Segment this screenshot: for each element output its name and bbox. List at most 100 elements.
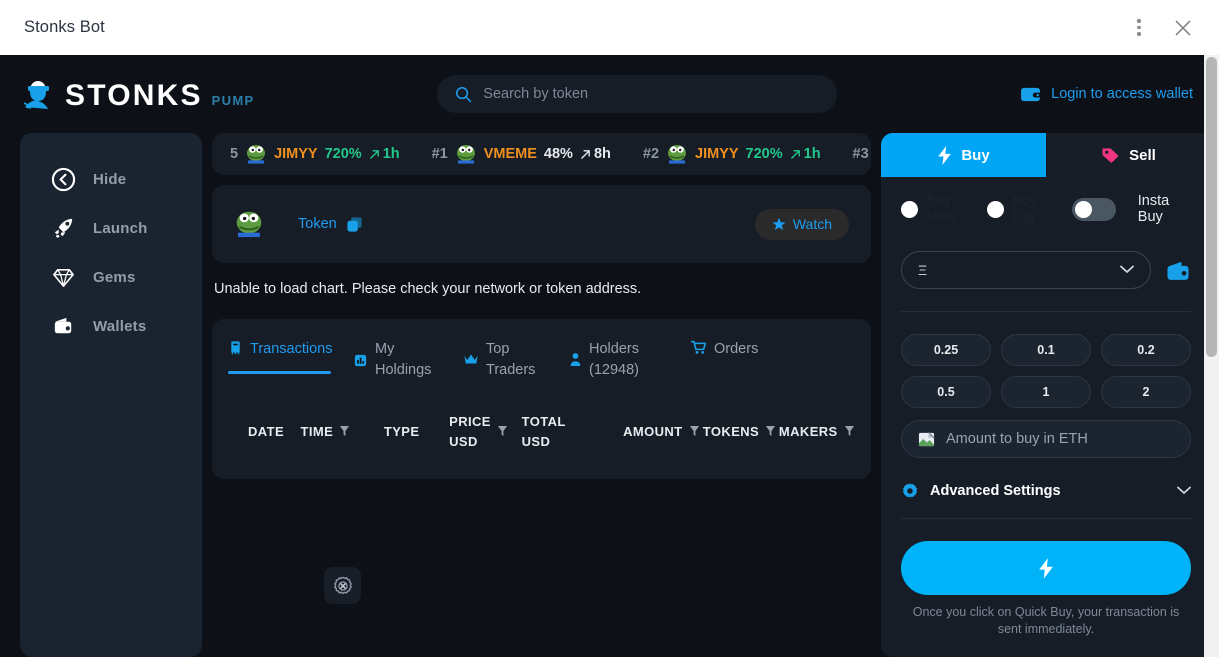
top-navigation: STONKS PUMP Search by token Login to acc… bbox=[0, 55, 1219, 133]
column-header-date[interactable]: DATE bbox=[228, 424, 301, 439]
ticker-item[interactable]: #3 T bbox=[837, 143, 871, 165]
kebab-menu-button[interactable] bbox=[1117, 6, 1161, 50]
arrow-up-right-icon bbox=[369, 149, 379, 159]
amount-preset-button[interactable]: 0.25 bbox=[901, 334, 991, 366]
advanced-settings-toggle[interactable]: Advanced Settings bbox=[901, 482, 1191, 500]
ticker-symbol: JIMYY bbox=[695, 146, 739, 162]
radio-buy-dip[interactable]: Buy Dip bbox=[987, 193, 1054, 225]
column-header-time[interactable]: TIME bbox=[301, 424, 384, 439]
amount-preset-button[interactable]: 0.5 bbox=[901, 376, 991, 408]
sidebar-item-wallets[interactable]: Wallets bbox=[20, 302, 202, 351]
trending-ticker[interactable]: 5 JIMYY 720% 1h #1 VMEME 48% 8h #2 JIMYY… bbox=[212, 133, 871, 175]
copy-icon[interactable] bbox=[346, 216, 363, 233]
main-body: Hide Launch Gems Wallets 5 JIMYY 720% 1h… bbox=[0, 133, 1219, 657]
chart-settings-button[interactable] bbox=[324, 567, 361, 605]
login-button[interactable]: Login to access wallet bbox=[1020, 86, 1205, 103]
tab-top-traders[interactable]: Top Traders bbox=[463, 333, 569, 394]
gear-icon bbox=[902, 483, 918, 498]
amount-preset-button[interactable]: 2 bbox=[1101, 376, 1191, 408]
ticker-item[interactable]: #1 VMEME 48% 8h bbox=[416, 143, 627, 165]
tab-sell-label: Sell bbox=[1129, 146, 1156, 164]
ticker-age: 1h bbox=[790, 146, 821, 162]
sidebar: Hide Launch Gems Wallets bbox=[20, 133, 202, 657]
star-icon bbox=[772, 217, 786, 231]
column-header-makers[interactable]: MAKERS bbox=[779, 424, 855, 439]
sidebar-item-label: Wallets bbox=[93, 318, 147, 335]
close-button[interactable] bbox=[1161, 6, 1205, 50]
chevron-left-circle-icon bbox=[50, 166, 77, 193]
filter-icon[interactable] bbox=[339, 425, 350, 438]
tab-label: Holders (12948) bbox=[589, 339, 639, 380]
tab-my-holdings[interactable]: My Holdings bbox=[353, 333, 463, 394]
activity-tabs: Transactions My Holdings Top Traders Hol… bbox=[220, 319, 863, 394]
column-label: TIME bbox=[300, 424, 334, 440]
quick-buy-button[interactable] bbox=[901, 541, 1191, 595]
tag-icon bbox=[1102, 147, 1119, 163]
amount-preset-button[interactable]: 0.1 bbox=[1001, 334, 1091, 366]
filter-icon[interactable] bbox=[497, 425, 508, 438]
watch-label: Watch bbox=[792, 216, 832, 232]
diamond-icon bbox=[50, 264, 77, 291]
column-header-total-usd[interactable]: TOTAL USD bbox=[522, 412, 623, 451]
ticker-rank: #2 bbox=[642, 146, 660, 162]
filter-icon[interactable] bbox=[844, 425, 855, 438]
token-name: Token bbox=[298, 216, 337, 232]
chain-select[interactable]: Ξ bbox=[901, 251, 1151, 289]
sidebar-item-launch[interactable]: Launch bbox=[20, 204, 202, 253]
amount-preset-button[interactable]: 0.2 bbox=[1101, 334, 1191, 366]
login-label: Login to access wallet bbox=[1051, 86, 1193, 102]
amount-input-placeholder: Amount to buy in ETH bbox=[946, 431, 1088, 447]
crown-icon bbox=[464, 354, 478, 364]
amount-preset-button[interactable]: 1 bbox=[1001, 376, 1091, 408]
tab-sell[interactable]: Sell bbox=[1046, 133, 1211, 177]
insta-buy-toggle[interactable] bbox=[1071, 197, 1116, 221]
tab-label: Top Traders bbox=[486, 339, 535, 380]
eth-image-icon bbox=[918, 431, 935, 446]
wallet-icon[interactable] bbox=[1165, 260, 1191, 281]
amount-input[interactable]: Amount to buy in ETH bbox=[901, 420, 1191, 458]
column-header-price-usd[interactable]: PRICE USD bbox=[449, 412, 521, 451]
chevron-down-icon bbox=[1177, 482, 1191, 500]
page-scrollbar[interactable] bbox=[1204, 55, 1219, 657]
sidebar-item-label: Gems bbox=[93, 269, 136, 286]
tab-label: My Holdings bbox=[375, 339, 431, 380]
tab-label-line2: Traders bbox=[486, 361, 536, 378]
ticker-age-label: 1h bbox=[382, 146, 400, 162]
lightning-icon bbox=[938, 145, 952, 165]
buy-sell-tabs: Buy Sell bbox=[881, 133, 1211, 177]
tab-buy[interactable]: Buy bbox=[881, 133, 1046, 177]
tab-label-line1: Top bbox=[486, 341, 510, 357]
ticker-percent: 720% bbox=[745, 146, 783, 162]
column-label: TOTAL USD bbox=[522, 412, 566, 451]
tab-active-underline bbox=[228, 371, 331, 374]
filter-icon[interactable] bbox=[689, 425, 700, 438]
radio-buy-now[interactable]: Buy Now bbox=[901, 193, 974, 225]
tab-label-line1: Holders bbox=[589, 341, 639, 357]
pepe-avatar-icon bbox=[236, 211, 262, 238]
column-label-line2: USD bbox=[449, 433, 478, 449]
watch-button[interactable]: Watch bbox=[754, 208, 849, 240]
tab-holders[interactable]: Holders (12948) bbox=[569, 333, 691, 394]
kebab-menu-icon bbox=[1137, 19, 1141, 36]
column-label: MAKERS bbox=[778, 424, 838, 440]
scrollbar-thumb[interactable] bbox=[1206, 57, 1217, 357]
brand-wordmark: STONKS bbox=[65, 79, 203, 112]
column-label-line1: TOTAL bbox=[521, 414, 566, 430]
tab-orders[interactable]: Orders bbox=[691, 333, 795, 374]
ticker-rank: #1 bbox=[431, 146, 448, 162]
search-input[interactable]: Search by token bbox=[437, 75, 838, 113]
radio-dot bbox=[901, 200, 918, 218]
sidebar-item-hide[interactable]: Hide bbox=[20, 155, 202, 204]
brand[interactable]: STONKS PUMP bbox=[22, 77, 254, 111]
ticker-item[interactable]: 5 JIMYY 720% 1h bbox=[214, 143, 416, 165]
column-header-amount[interactable]: AMOUNT bbox=[623, 424, 703, 439]
tab-transactions[interactable]: Transactions bbox=[220, 333, 353, 374]
column-header-tokens[interactable]: TOKENS bbox=[703, 424, 779, 439]
filter-icon[interactable] bbox=[765, 425, 776, 438]
ticker-item[interactable]: #2 JIMYY 720% 1h bbox=[627, 143, 837, 165]
app-window: STONKS PUMP Search by token Login to acc… bbox=[0, 55, 1219, 657]
sidebar-item-gems[interactable]: Gems bbox=[20, 253, 202, 302]
close-icon bbox=[1175, 19, 1191, 36]
ticker-rank: #3 bbox=[852, 146, 869, 162]
column-header-type[interactable]: TYPE bbox=[384, 424, 449, 439]
